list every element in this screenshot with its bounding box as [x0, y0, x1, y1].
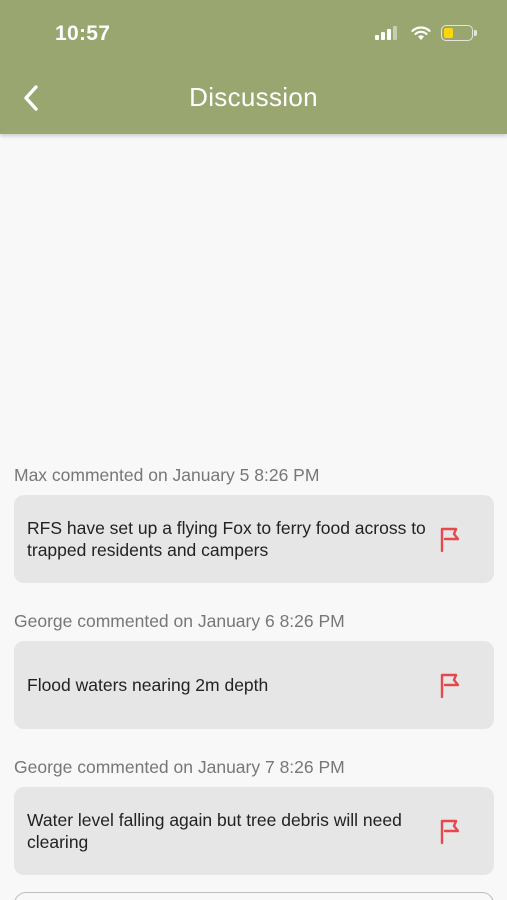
page-title: Discussion [189, 82, 318, 112]
comment-item: Max commented on January 5 8:26 PM RFS h… [14, 463, 494, 583]
status-icons [375, 25, 477, 41]
comment-card: Flood waters nearing 2m depth [14, 641, 494, 729]
comment-meta: Max commented on January 5 8:26 PM [14, 465, 320, 485]
battery-icon [441, 25, 477, 41]
battery-fill [444, 28, 454, 38]
cellular-signal-icon [375, 26, 399, 40]
comment-item: George commented on January 7 8:26 PM Wa… [14, 755, 494, 875]
app-header: 10:57 Discussion [0, 0, 507, 134]
status-time: 10:57 [55, 22, 111, 45]
comment-item: George commented on January 6 8:26 PM Fl… [14, 609, 494, 729]
comment-card: RFS have set up a flying Fox to ferry fo… [14, 495, 494, 583]
wifi-icon [411, 25, 431, 40]
comment-card: Water level falling again but tree debri… [14, 787, 494, 875]
flag-icon[interactable] [436, 525, 464, 553]
comment-text: RFS have set up a flying Fox to ferry fo… [27, 518, 426, 560]
comment-input[interactable] [14, 892, 494, 900]
comment-list: Max commented on January 5 8:26 PM RFS h… [14, 463, 494, 900]
comment-text: Flood waters nearing 2m depth [27, 675, 269, 695]
comment-text: Water level falling again but tree debri… [27, 810, 402, 852]
comment-meta: George commented on January 6 8:26 PM [14, 611, 345, 631]
flag-icon[interactable] [436, 817, 464, 845]
comment-meta: George commented on January 7 8:26 PM [14, 757, 345, 777]
flag-icon[interactable] [436, 671, 464, 699]
